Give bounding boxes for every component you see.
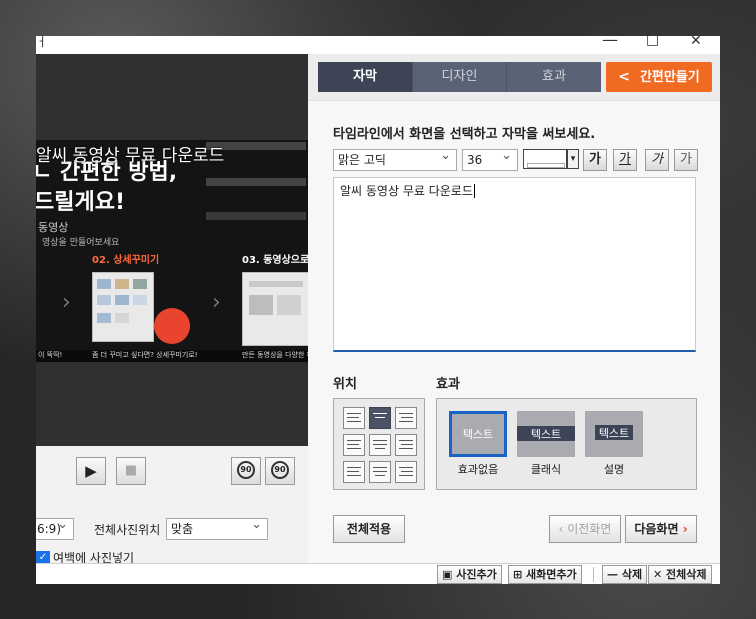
effect-none-preview-text: 텍스트 (462, 428, 494, 441)
add-new-screen-label: 새화면추가 (526, 568, 577, 581)
rotate-left-button[interactable]: 90 (231, 457, 261, 485)
effect-classic-label: 클래식 (530, 463, 562, 476)
effect-description-preview-text: 텍스트 (598, 427, 630, 440)
next-screen-button[interactable]: 다음화면 › (625, 515, 697, 543)
position-middle-center[interactable] (369, 434, 391, 456)
play-button[interactable]: ▶ (76, 457, 106, 485)
delete-all-button[interactable]: ✕ 전체삭제 (648, 565, 712, 584)
effect-options: 텍스트 효과없음 텍스트 클래식 텍스트 설명 (436, 398, 697, 490)
position-bottom-right[interactable] (395, 461, 417, 483)
effect-label: 효과 (436, 377, 460, 392)
chevron-right-icon: › (678, 522, 688, 536)
strip-text-3: 만든 동영상을 다양한 파 (242, 351, 308, 359)
preview-headline-2: 드릴게요! (36, 190, 125, 215)
tab-group: 자막 디자인 효과 (318, 62, 601, 92)
underline-button[interactable]: 가 (613, 149, 637, 171)
strip-text-1: 이 뚝딱! (38, 351, 63, 359)
position-bottom-left[interactable] (343, 461, 365, 483)
font-size-select[interactable]: 36 (462, 146, 518, 171)
position-label: 위치 (333, 377, 357, 392)
font-family-select[interactable]: 맑은 고딕 (333, 146, 457, 171)
video-preview[interactable]: ㄴ 간편한 방법, 드릴게요! 동영상 영상을 만들어보세요 02. 상세꾸미기… (36, 140, 308, 362)
position-bottom-center[interactable] (369, 461, 391, 483)
stop-button[interactable]: ■ (116, 457, 146, 485)
prev-screen-label: 이전화면 (567, 522, 612, 536)
tab-bar: 자막 디자인 효과 < 간편만들기 (308, 54, 720, 100)
position-top-right[interactable] (395, 407, 417, 429)
chevron-left-icon: ‹ (558, 522, 568, 536)
preview-step2: 02. 상세꾸미기 (92, 255, 160, 266)
close-button[interactable]: ✕ (690, 36, 702, 49)
add-new-screen-button[interactable]: ⊞ 새화면추가 (508, 565, 582, 584)
app-window: ㅓ — □ ✕ ㄴ 간편한 방법, 드릴게요! 동영상 영상을 만들어보세요 0… (36, 36, 720, 584)
minus-icon: — (607, 568, 622, 581)
effect-description-option[interactable]: 텍스트 (585, 411, 643, 457)
effect-classic-option[interactable]: 텍스트 (517, 411, 575, 457)
chevron-right-icon: › (212, 290, 221, 315)
position-grid (333, 398, 425, 490)
subtitle-editor: 타임라인에서 화면을 선택하고 자막을 써보세요. 맑은 고딕 36 ▾ 가 가… (308, 100, 720, 564)
preview-thumbnail-export (242, 272, 308, 346)
position-top-center[interactable] (369, 407, 391, 429)
playback-controls: ▶ ■ 90 90 (36, 446, 308, 496)
minimize-button[interactable]: — (602, 36, 618, 49)
bold-button[interactable]: 가 (583, 149, 607, 171)
window-title-fragment: ㅓ (36, 36, 48, 49)
title-bar: ㅓ — □ ✕ (36, 36, 720, 54)
apply-all-button[interactable]: 전체적용 (333, 515, 405, 543)
preview-frame: ㄴ 간편한 방법, 드릴게요! 동영상 영상을 만들어보세요 02. 상세꾸미기… (36, 54, 308, 446)
rotate-left-icon: 90 (237, 461, 255, 479)
preview-panel: ㄴ 간편한 방법, 드릴게요! 동영상 영상을 만들어보세요 02. 상세꾸미기… (36, 54, 308, 584)
next-screen-label: 다음화면 (634, 522, 679, 536)
effect-description-label: 설명 (603, 463, 625, 476)
delete-all-label: 전체삭제 (666, 568, 707, 581)
delete-button[interactable]: — 삭제 (602, 565, 648, 584)
preview-thumbnail-design (92, 272, 154, 342)
subtitle-text-input[interactable]: 알씨 동영상 무료 다운로드 (333, 177, 696, 352)
full-photo-position-label: 전체사진위치 (94, 523, 161, 537)
position-middle-left[interactable] (343, 434, 365, 456)
effect-classic-preview-text: 텍스트 (530, 428, 562, 441)
delete-label: 삭제 (621, 568, 643, 581)
decorate-icon (154, 308, 190, 344)
tab-design[interactable]: 디자인 (413, 62, 506, 92)
tab-subtitle[interactable]: 자막 (318, 62, 412, 92)
full-photo-position-select[interactable]: 맞춤 (166, 515, 268, 540)
effect-none-label: 효과없음 (457, 463, 499, 476)
chevron-left-icon: < (618, 69, 630, 85)
rotate-right-icon: 90 (271, 461, 289, 479)
bottom-toolbar: ▣ 사진추가 ⊞ 새화면추가 — 삭제 ✕ 전체삭제 (36, 563, 720, 584)
maximize-button[interactable]: □ (646, 36, 659, 48)
text-color-swatch[interactable] (523, 149, 567, 169)
quick-make-button[interactable]: < 간편만들기 (606, 62, 712, 92)
edit-panel: 자막 디자인 효과 < 간편만들기 타임라인에서 화면을 선택하고 자막을 써보세… (308, 54, 720, 564)
preview-subnote: 영상을 만들어보세요 (42, 238, 120, 248)
add-screen-icon: ⊞ (513, 568, 527, 581)
shadow-button[interactable]: 가 (674, 149, 698, 171)
tab-effect[interactable]: 효과 (507, 62, 601, 92)
rotate-right-button[interactable]: 90 (265, 457, 295, 485)
position-middle-right[interactable] (395, 434, 417, 456)
add-photo-label: 사진추가 (456, 568, 497, 581)
add-photo-icon: ▣ (442, 568, 457, 581)
quick-make-label: 간편만들기 (639, 70, 700, 85)
preview-subtitle: 동영상 (38, 221, 69, 234)
subtitle-instruction: 타임라인에서 화면을 선택하고 자막을 써보세요. (333, 127, 596, 142)
italic-button[interactable]: 가 (645, 149, 669, 171)
effect-none-option[interactable]: 텍스트 (449, 411, 507, 457)
strip-text-2: 좀 더 꾸미고 싶다면? 상세꾸미기로! (92, 351, 198, 359)
add-photo-button[interactable]: ▣ 사진추가 (437, 565, 502, 584)
subtitle-text-value: 알씨 동영상 무료 다운로드 (340, 184, 473, 198)
prev-screen-button[interactable]: ‹ 이전화면 (549, 515, 621, 543)
position-top-left[interactable] (343, 407, 365, 429)
close-icon: ✕ (653, 568, 667, 581)
color-dropdown-icon[interactable]: ▾ (567, 149, 579, 169)
preview-caption-strip: 이 뚝딱! 좀 더 꾸미고 싶다면? 상세꾸미기로! 만든 동영상을 다양한 파 (36, 350, 308, 362)
preview-step3: 03. 동영상으로 저 (242, 255, 308, 266)
chevron-right-icon: › (62, 290, 71, 315)
caption-overlay: 알씨 동영상 무료 다운로드 (36, 146, 225, 166)
aspect-ratio-select[interactable]: 6:9) (36, 515, 74, 540)
